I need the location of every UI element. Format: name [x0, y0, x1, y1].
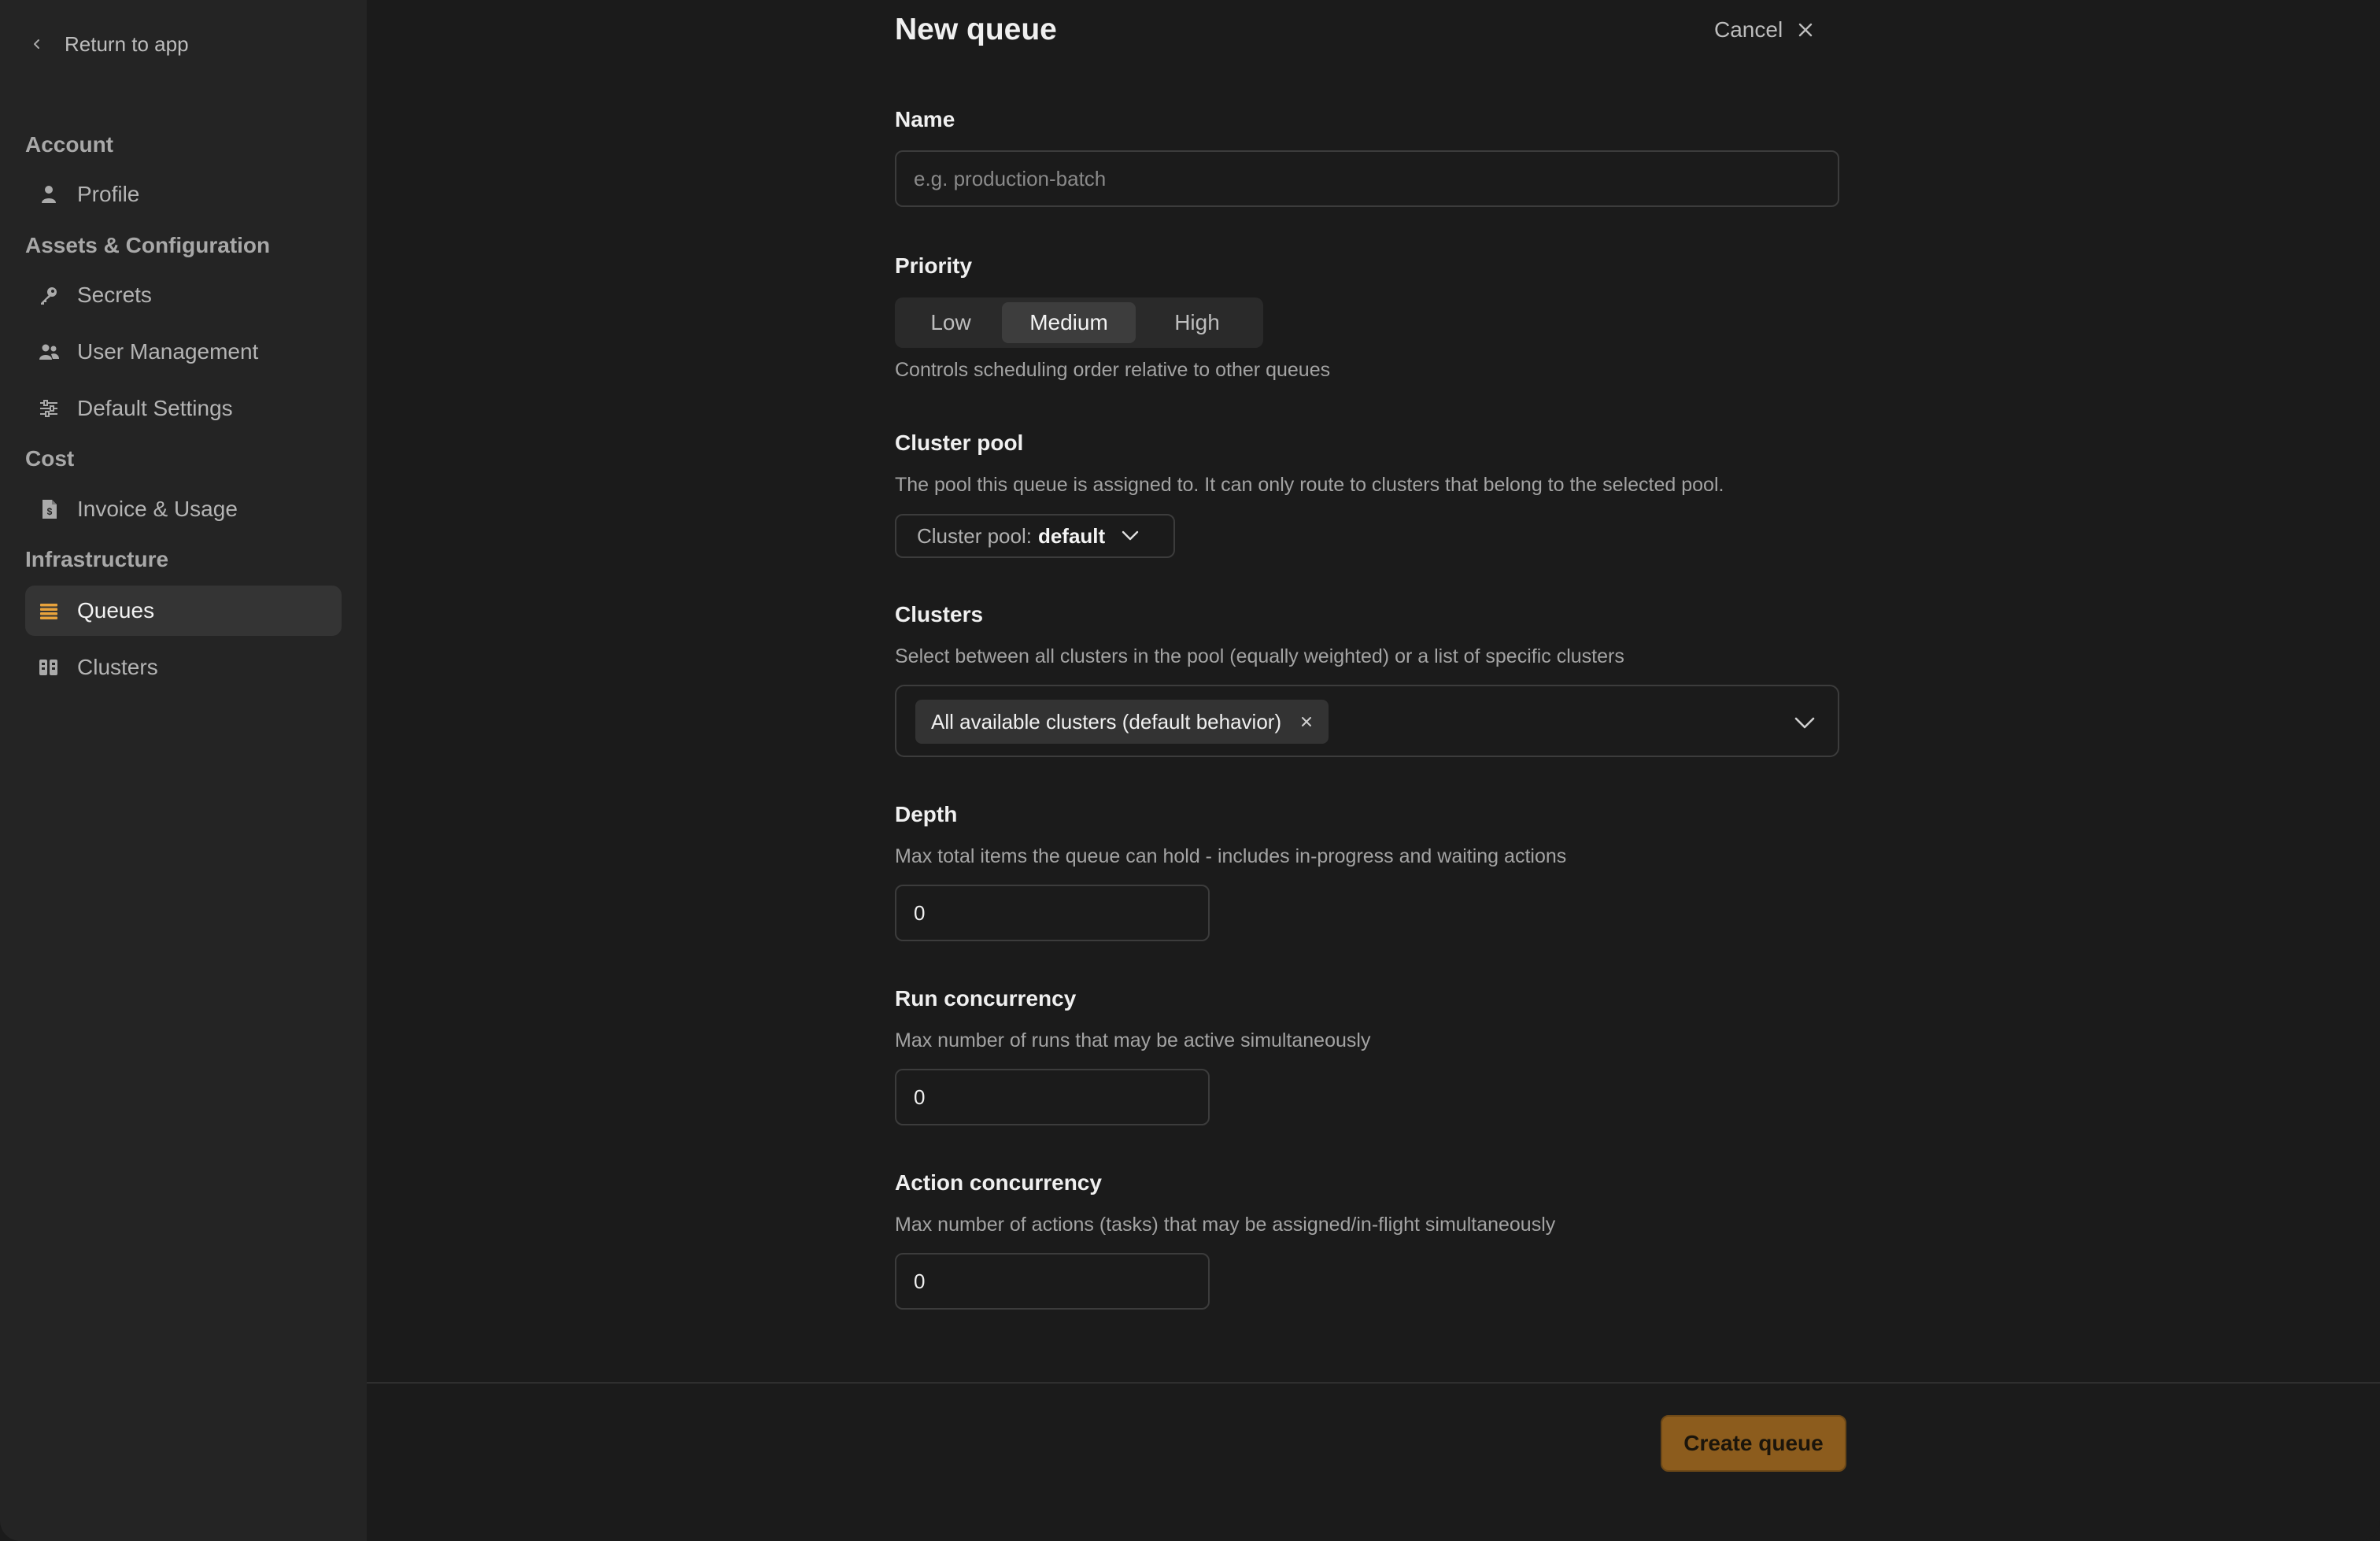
app-window: Return to app Account Profile Assets & C… [0, 0, 2380, 1541]
run-concurrency-label: Run concurrency [895, 986, 1077, 1011]
name-label: Name [895, 107, 955, 131]
return-to-app-link[interactable]: Return to app [31, 28, 189, 60]
cluster-chip-label: All available clusters (default behavior… [931, 709, 1282, 734]
chevron-down-icon [1794, 717, 1815, 729]
footer-divider [367, 1382, 2380, 1384]
return-to-app-label: Return to app [65, 31, 189, 56]
chip-remove-icon[interactable] [1300, 715, 1313, 728]
depth-input[interactable] [895, 885, 1210, 941]
cluster-pool-select-value: default [1037, 523, 1106, 548]
section-account: Account [25, 132, 113, 157]
clusters-label: Clusters [895, 602, 984, 626]
sidebar-item-secrets[interactable]: Secrets [25, 270, 342, 320]
sidebar-item-invoice-usage[interactable]: $ Invoice & Usage [25, 484, 342, 534]
user-icon [38, 183, 60, 205]
priority-option-low[interactable]: Low [900, 302, 1002, 343]
action-concurrency-input[interactable] [895, 1253, 1210, 1310]
priority-option-medium[interactable]: Medium [1002, 302, 1136, 343]
key-icon [38, 284, 60, 306]
chevron-down-icon [1122, 530, 1139, 541]
queue-icon [38, 600, 60, 622]
clusters-help: Select between all clusters in the pool … [895, 645, 1624, 667]
run-concurrency-input[interactable] [895, 1069, 1210, 1125]
action-concurrency-help: Max number of actions (tasks) that may b… [895, 1214, 1556, 1236]
page-title: New queue [895, 13, 1057, 46]
priority-help: Controls scheduling order relative to ot… [895, 359, 1331, 381]
svg-text:$: $ [47, 506, 53, 517]
run-concurrency-help: Max number of runs that may be active si… [895, 1029, 1371, 1051]
sliders-icon [38, 397, 60, 419]
users-icon [38, 341, 60, 363]
depth-label: Depth [895, 802, 958, 826]
close-icon [1798, 23, 1813, 37]
main-panel: New queue Cancel Name Priority Low Mediu… [367, 0, 2380, 1541]
sidebar-item-user-management[interactable]: User Management [25, 327, 342, 377]
sidebar-item-profile[interactable]: Profile [25, 169, 342, 220]
sidebar-item-label: Invoice & Usage [77, 497, 238, 521]
cluster-pool-help: The pool this queue is assigned to. It c… [895, 474, 1724, 496]
cancel-label: Cancel [1714, 17, 1783, 42]
sidebar-item-label: User Management [77, 339, 259, 364]
invoice-icon: $ [38, 498, 60, 520]
chevron-left-icon [34, 39, 39, 49]
section-assets: Assets & Configuration [25, 233, 271, 257]
sidebar-item-label: Profile [77, 182, 140, 206]
depth-help: Max total items the queue can hold - inc… [895, 845, 1567, 867]
cluster-pool-select[interactable]: Cluster pool: default [895, 514, 1175, 558]
action-concurrency-label: Action concurrency [895, 1170, 1102, 1195]
sidebar-item-label: Secrets [77, 283, 152, 307]
create-queue-button[interactable]: Create queue [1661, 1415, 1846, 1472]
cluster-chip: All available clusters (default behavior… [915, 700, 1329, 744]
sidebar-item-clusters[interactable]: Clusters [25, 642, 342, 693]
sidebar-item-label: Queues [77, 598, 155, 623]
sidebar-item-default-settings[interactable]: Default Settings [25, 383, 342, 434]
name-input[interactable] [895, 150, 1839, 207]
section-cost: Cost [25, 446, 75, 471]
priority-segmented-control: Low Medium High [895, 297, 1263, 348]
sidebar-item-label: Clusters [77, 655, 158, 679]
clusters-icon [38, 656, 60, 678]
section-infrastructure: Infrastructure [25, 547, 169, 571]
cancel-button[interactable]: Cancel [1714, 17, 1814, 42]
clusters-multiselect[interactable]: All available clusters (default behavior… [895, 685, 1839, 757]
priority-option-high[interactable]: High [1136, 302, 1258, 343]
settings-sidebar: Return to app Account Profile Assets & C… [0, 0, 367, 1541]
sidebar-item-label: Default Settings [77, 396, 233, 420]
sidebar-item-queues[interactable]: Queues [25, 586, 342, 636]
cluster-pool-label: Cluster pool [895, 431, 1024, 455]
cluster-pool-select-prefix: Cluster pool: [917, 523, 1032, 548]
priority-label: Priority [895, 253, 973, 278]
